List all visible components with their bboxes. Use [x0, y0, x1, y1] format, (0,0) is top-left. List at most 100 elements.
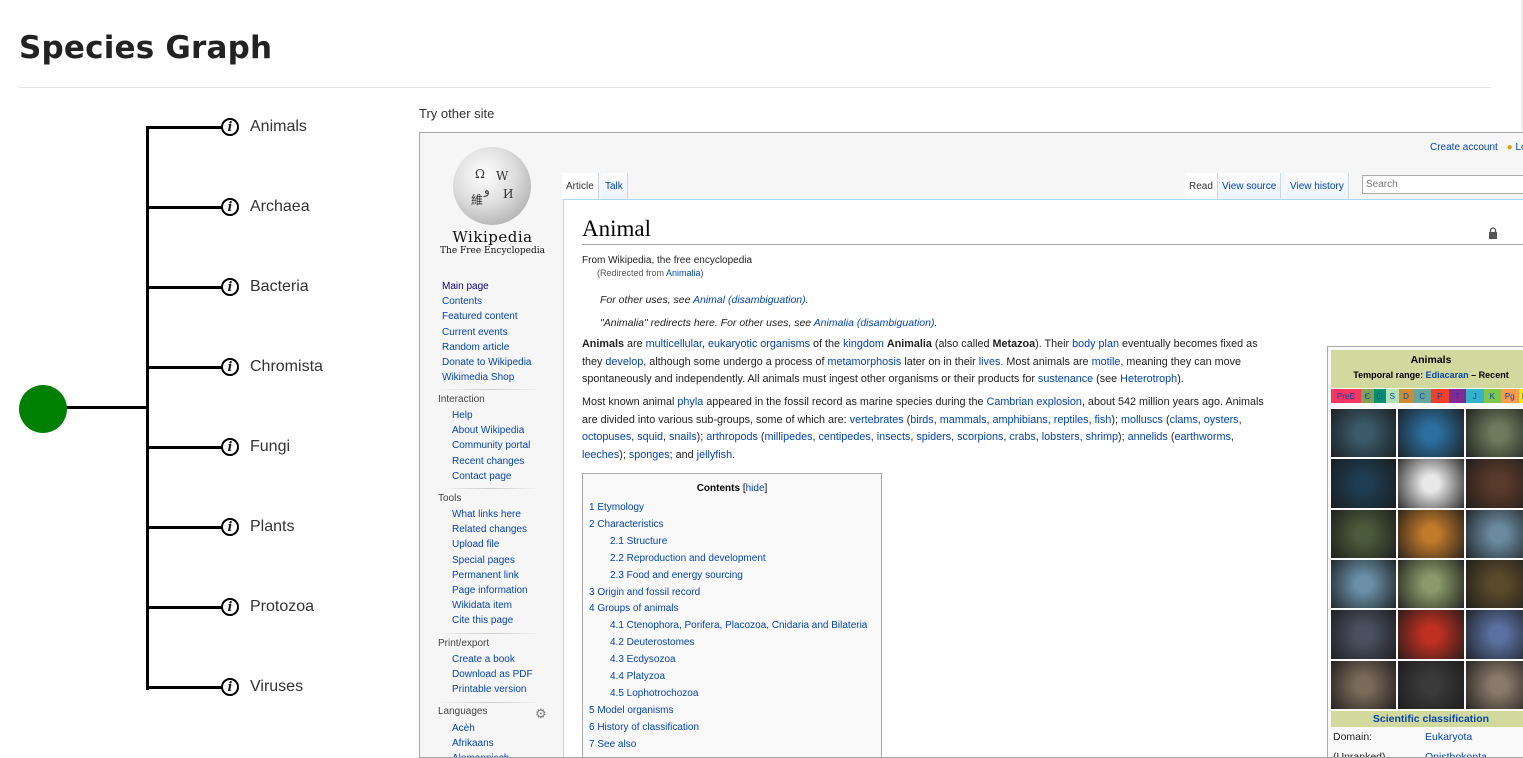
- nav-link[interactable]: Current events: [442, 325, 532, 340]
- embedded-site-frame[interactable]: Ω W ﻭ И 維 Wikipedia The Free Encyclopedi…: [419, 132, 1523, 758]
- article-link[interactable]: insects: [877, 431, 911, 443]
- animal-thumbnail[interactable]: [1331, 459, 1397, 508]
- scientific-classification-heading[interactable]: Scientific classification: [1331, 711, 1523, 727]
- animal-thumbnail[interactable]: [1465, 459, 1523, 508]
- article-link[interactable]: sponges: [629, 449, 670, 461]
- info-icon[interactable]: i: [221, 518, 239, 536]
- geologic-period[interactable]: O: [1373, 389, 1386, 403]
- toc-item[interactable]: 5 Model organisms: [589, 705, 673, 716]
- animal-thumbnail[interactable]: [1465, 409, 1523, 458]
- nav-link[interactable]: Wikimedia Shop: [442, 370, 532, 385]
- article-link[interactable]: millipedes: [764, 431, 812, 443]
- nav-print-heading[interactable]: Print/export: [438, 638, 489, 649]
- tab-article[interactable]: Article: [562, 173, 599, 199]
- nav-link[interactable]: What links here: [452, 507, 528, 522]
- toc-item[interactable]: 2.2 Reproduction and development: [610, 553, 766, 564]
- taxon-rank-value[interactable]: Opisthokonta: [1425, 751, 1487, 757]
- gear-icon[interactable]: ⚙: [535, 706, 547, 722]
- nav-link[interactable]: About Wikipedia: [452, 423, 530, 438]
- tree-leaf-bacteria[interactable]: i Bacteria: [221, 276, 309, 298]
- nav-link[interactable]: Special pages: [452, 553, 528, 568]
- geologic-period[interactable]: C: [1413, 389, 1431, 403]
- animal-thumbnail[interactable]: [1465, 660, 1523, 709]
- geologic-period[interactable]: T: [1448, 389, 1466, 403]
- toc-item[interactable]: 4.5 Lophotrochozoa: [610, 688, 698, 699]
- article-link[interactable]: molluscs: [1121, 414, 1163, 426]
- animal-thumbnail[interactable]: [1331, 559, 1397, 609]
- nav-link[interactable]: Help: [452, 408, 530, 423]
- article-link[interactable]: lives: [979, 356, 1001, 368]
- nav-link[interactable]: Cite this page: [452, 613, 528, 628]
- nav-link[interactable]: Alemannisch: [452, 751, 509, 757]
- animal-thumbnail[interactable]: [1398, 610, 1464, 659]
- animal-thumbnail[interactable]: [1398, 660, 1464, 709]
- nav-link[interactable]: Wikidata item: [452, 598, 528, 613]
- article-link[interactable]: earthworms: [1174, 431, 1230, 443]
- article-link[interactable]: annelids: [1128, 431, 1168, 443]
- nav-interaction-heading[interactable]: Interaction: [438, 394, 485, 405]
- nav-link[interactable]: Create a book: [452, 652, 533, 667]
- animal-thumbnail[interactable]: [1331, 610, 1397, 659]
- geologic-period[interactable]: Pg: [1501, 389, 1519, 403]
- article-link[interactable]: birds: [910, 414, 933, 426]
- article-link[interactable]: octopuses: [582, 431, 631, 443]
- tree-root-node[interactable]: [19, 385, 67, 433]
- article-link[interactable]: spiders: [916, 431, 951, 443]
- nav-tools-heading[interactable]: Tools: [438, 493, 461, 504]
- tab-talk[interactable]: Talk: [601, 173, 628, 199]
- article-link[interactable]: mammals: [940, 414, 987, 426]
- article-link[interactable]: crabs: [1009, 431, 1035, 443]
- nav-link[interactable]: Upload file: [452, 537, 528, 552]
- article-link[interactable]: amphibians: [993, 414, 1048, 426]
- toc-item[interactable]: 4.1 Ctenophora, Porifera, Placozoa, Cnid…: [610, 620, 867, 631]
- nav-link[interactable]: Random article: [442, 340, 532, 355]
- nav-link[interactable]: Download as PDF: [452, 667, 533, 682]
- nav-link[interactable]: Community portal: [452, 438, 530, 453]
- article-link[interactable]: lobsters: [1042, 431, 1080, 443]
- article-link[interactable]: squid: [637, 431, 663, 443]
- tree-leaf-plants[interactable]: i Plants: [221, 516, 294, 538]
- article-link[interactable]: metamorphosis: [828, 356, 902, 368]
- toc-item[interactable]: 4.3 Ecdysozoa: [610, 654, 676, 665]
- article-link[interactable]: eukaryotic organisms: [708, 338, 810, 350]
- animal-thumbnail[interactable]: [1398, 559, 1464, 609]
- wikipedia-globe-logo[interactable]: Ω W ﻭ И 維: [453, 147, 531, 225]
- article-link[interactable]: leeches: [582, 449, 619, 461]
- animal-thumbnail[interactable]: [1398, 459, 1464, 508]
- tab-read[interactable]: Read: [1185, 173, 1218, 199]
- tree-leaf-viruses[interactable]: i Viruses: [221, 676, 303, 698]
- info-icon[interactable]: i: [221, 198, 239, 216]
- search-input[interactable]: Search: [1362, 175, 1523, 194]
- animal-thumbnail[interactable]: [1398, 409, 1464, 458]
- nav-languages-heading[interactable]: Languages: [438, 706, 488, 717]
- article-link[interactable]: vertebrates: [850, 414, 904, 426]
- toc-item[interactable]: 6 History of classification: [589, 722, 699, 733]
- article-link[interactable]: jellyfish: [697, 449, 732, 461]
- animal-thumbnail[interactable]: [1465, 559, 1523, 609]
- nav-link[interactable]: Acèh: [452, 721, 509, 736]
- nav-link[interactable]: Afrikaans: [452, 736, 509, 751]
- toc-item[interactable]: 2.1 Structure: [610, 536, 667, 547]
- tab-view-source[interactable]: View source: [1218, 173, 1282, 199]
- toc-item[interactable]: 2 Characteristics: [589, 519, 663, 530]
- article-link[interactable]: reptiles: [1054, 414, 1089, 426]
- redirect-source-link[interactable]: Animalia: [666, 268, 701, 278]
- nav-link[interactable]: Related changes: [452, 522, 528, 537]
- info-icon[interactable]: i: [221, 678, 239, 696]
- tree-leaf-protozoa[interactable]: i Protozoa: [221, 596, 314, 618]
- geologic-period[interactable]: N: [1518, 389, 1523, 403]
- tree-leaf-chromista[interactable]: i Chromista: [221, 356, 323, 378]
- info-icon[interactable]: i: [221, 278, 239, 296]
- article-link[interactable]: shrimp: [1086, 431, 1118, 443]
- article-link[interactable]: snails: [669, 431, 697, 443]
- article-link[interactable]: motile: [1092, 356, 1121, 368]
- animal-thumbnail[interactable]: [1398, 509, 1464, 558]
- geologic-period[interactable]: P: [1431, 389, 1449, 403]
- tree-leaf-archaea[interactable]: i Archaea: [221, 196, 310, 218]
- article-link[interactable]: fish: [1095, 414, 1112, 426]
- geologic-period[interactable]: J: [1466, 389, 1484, 403]
- nav-link[interactable]: Contact page: [452, 469, 530, 484]
- toc-item[interactable]: 4.4 Platyzoa: [610, 671, 665, 682]
- toc-item[interactable]: 1 Etymology: [589, 502, 644, 513]
- animal-thumbnail[interactable]: [1465, 610, 1523, 659]
